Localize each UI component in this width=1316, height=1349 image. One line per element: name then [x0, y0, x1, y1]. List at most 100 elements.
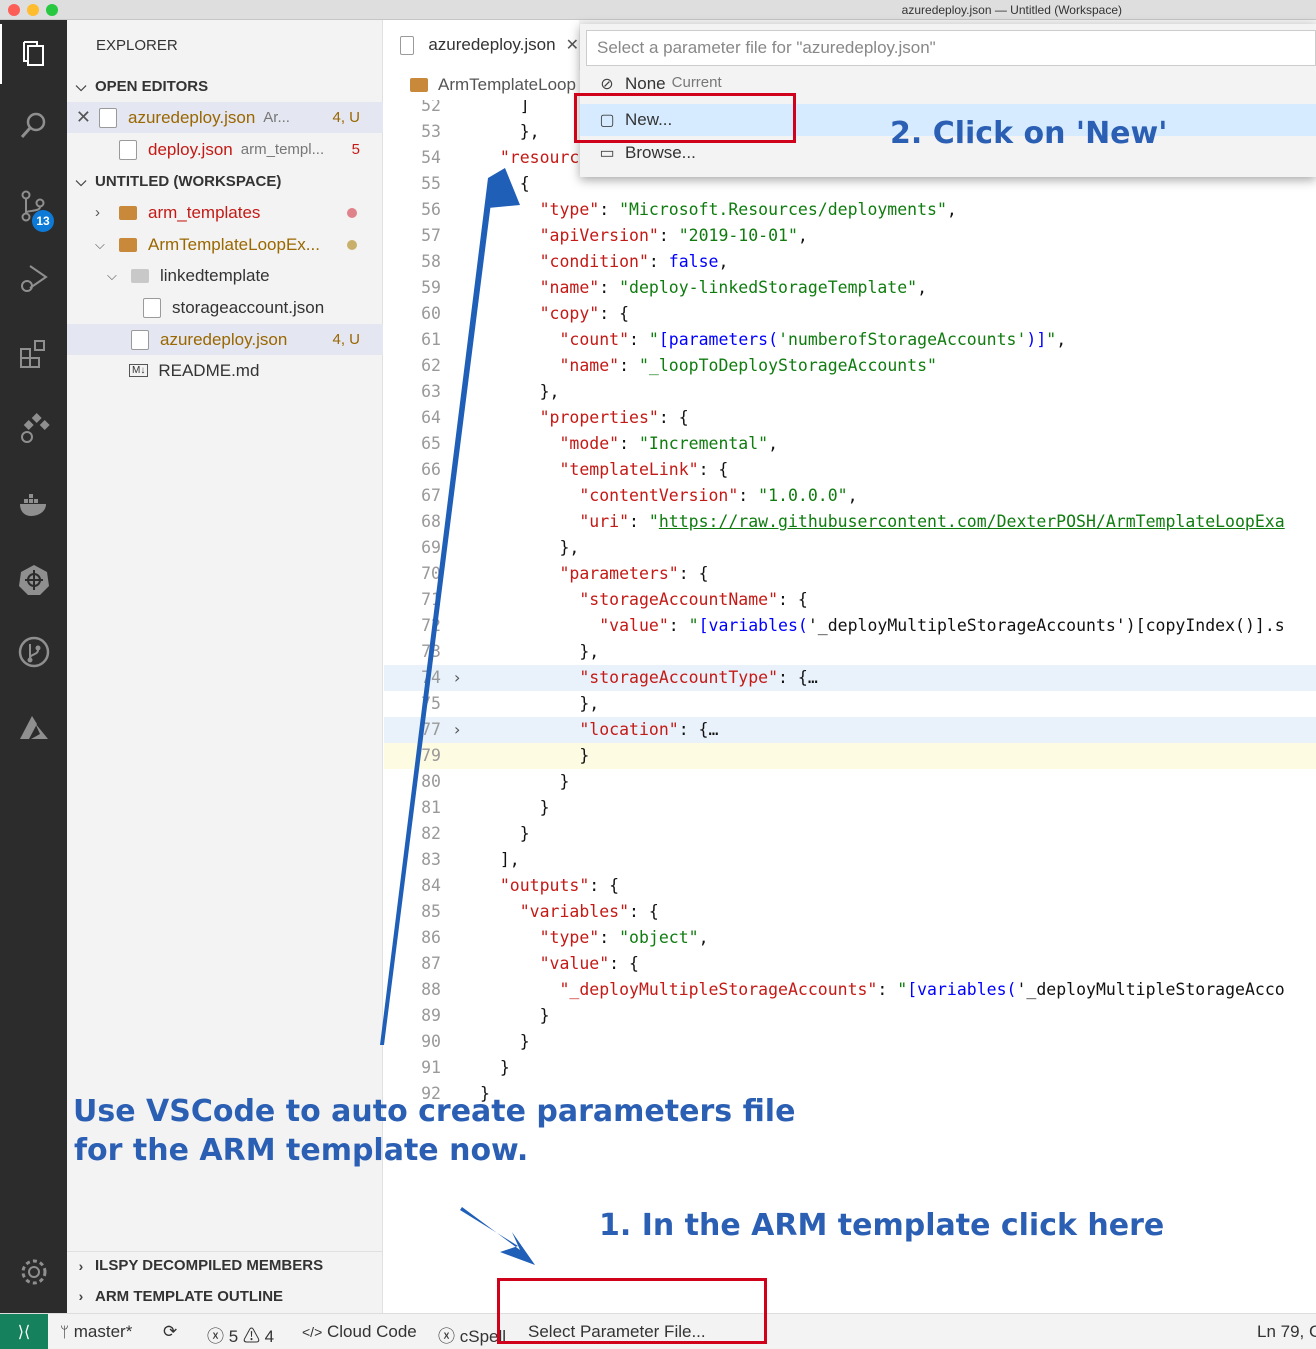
line-number: 91 — [421, 1058, 441, 1077]
code-line[interactable]: 63 }, — [384, 379, 1316, 405]
close-icon[interactable]: ✕ — [566, 35, 579, 55]
ilspy-header[interactable]: › ILSPY DECOMPILED MEMBERS — [67, 1251, 383, 1279]
tree-item-file[interactable]: azuredeploy.json 4, U — [67, 324, 383, 355]
code-editor[interactable]: 52 ]53 },54 "resources": [55 {56 "type":… — [384, 100, 1316, 1313]
folder-icon — [410, 78, 428, 92]
code-token: "uri" — [579, 512, 630, 531]
tree-item-folder[interactable]: ⌵ linkedtemplate — [67, 260, 383, 291]
line-number: 64 — [421, 408, 441, 427]
gitlens-activity[interactable] — [0, 622, 67, 682]
cloud-code-indicator[interactable]: </> Cloud Code — [302, 1322, 417, 1342]
code-line[interactable]: 57 "apiVersion": "2019-10-01", — [384, 223, 1316, 249]
fold-chevron-icon[interactable]: › — [454, 665, 460, 691]
code-text: ], — [480, 847, 520, 873]
code-line[interactable]: 69 }, — [384, 535, 1316, 561]
code-text: } — [480, 821, 530, 847]
open-editor-item[interactable]: deploy.json arm_templ... 5 — [67, 134, 383, 165]
extensions-activity[interactable] — [0, 324, 67, 384]
code-token: , — [1056, 330, 1067, 349]
code-token: , — [718, 252, 729, 271]
code-line[interactable]: 89 } — [384, 1003, 1316, 1029]
open-editor-item[interactable]: ✕ azuredeploy.json Ar... 4, U — [67, 102, 383, 133]
line-number: 54 — [421, 148, 441, 167]
line-number: 69 — [421, 538, 441, 557]
source-control-activity[interactable]: 13 — [0, 176, 67, 236]
tree-item-label: arm_templates — [148, 202, 261, 222]
tree-item-folder[interactable]: ⌵ ArmTemplateLoopEx... — [67, 229, 383, 260]
line-number: 66 — [421, 460, 441, 479]
code-line[interactable]: 66 "templateLink": { — [384, 457, 1316, 483]
debug-activity[interactable] — [0, 248, 67, 308]
open-editors-header[interactable]: ⌵ OPEN EDITORS — [67, 72, 383, 100]
code-line[interactable]: 70 "parameters": { — [384, 561, 1316, 587]
cursor-position[interactable]: Ln 79, C — [1257, 1322, 1316, 1342]
code-line[interactable]: 67 "contentVersion": "1.0.0.0", — [384, 483, 1316, 509]
code-line[interactable]: 77 › "location": {… — [384, 717, 1316, 743]
code-line[interactable]: 64 "properties": { — [384, 405, 1316, 431]
branch-indicator[interactable]: ᛘ master* — [60, 1322, 132, 1342]
tree-item-file[interactable]: storageaccount.json — [67, 292, 383, 323]
code-line[interactable]: 80 } — [384, 769, 1316, 795]
code-line[interactable]: 87 "value": { — [384, 951, 1316, 977]
code-line[interactable]: 84 "outputs": { — [384, 873, 1316, 899]
kubernetes-activity[interactable] — [0, 550, 67, 610]
code-text: "condition": false, — [480, 249, 729, 275]
code-line[interactable]: 83 ], — [384, 847, 1316, 873]
code-line[interactable]: 65 "mode": "Incremental", — [384, 431, 1316, 457]
code-line[interactable]: 60 "copy": { — [384, 301, 1316, 327]
azure-activity[interactable] — [0, 698, 67, 758]
explorer-activity[interactable] — [0, 24, 67, 84]
code-text: "contentVersion": "1.0.0.0", — [480, 483, 857, 509]
annotation-click-here: 1. In the ARM template click here — [599, 1208, 1165, 1243]
code-line[interactable]: 75 }, — [384, 691, 1316, 717]
code-token: "value" — [539, 954, 610, 973]
code-line[interactable]: 72 "value": "[variables('_deployMultiple… — [384, 613, 1316, 639]
workspace-title: UNTITLED (WORKSPACE) — [95, 172, 282, 190]
code-line[interactable]: 73 }, — [384, 639, 1316, 665]
remote-explorer-activity[interactable] — [0, 398, 67, 458]
code-line[interactable]: 81 } — [384, 795, 1316, 821]
code-line[interactable]: 62 "name": "_loopToDeployStorageAccounts… — [384, 353, 1316, 379]
code-line[interactable]: 86 "type": "object", — [384, 925, 1316, 951]
code-line[interactable]: 79 } — [384, 743, 1316, 769]
remote-indicator[interactable]: ⟩⟨ — [0, 1314, 48, 1349]
code-line[interactable]: 58 "condition": false, — [384, 249, 1316, 275]
sync-button[interactable]: ⟳ — [163, 1322, 177, 1342]
fold-chevron-icon[interactable]: › — [454, 717, 460, 743]
code-line[interactable]: 56 "type": "Microsoft.Resources/deployme… — [384, 197, 1316, 223]
none-icon: ⊘ — [600, 76, 614, 93]
line-number: 53 — [421, 122, 441, 141]
line-number: 70 — [421, 564, 441, 583]
search-activity[interactable] — [0, 96, 67, 156]
annotation-intro-line1: Use VSCode to auto create parameters fil… — [73, 1094, 796, 1129]
code-token: [parameters( — [658, 330, 779, 349]
tree-item-file[interactable]: M↓ README.md — [67, 355, 383, 386]
quick-pick-label: Browse... — [625, 143, 696, 162]
code-line[interactable]: 59 "name": "deploy-linkedStorageTemplate… — [384, 275, 1316, 301]
problems-indicator[interactable]: ⓧ 5 ⚠ 4 — [207, 1322, 274, 1347]
cspell-indicator[interactable]: ⓧ cSpell — [438, 1322, 506, 1347]
docker-activity[interactable] — [0, 474, 67, 534]
code-line[interactable]: 61 "count": "[parameters('numberofStorag… — [384, 327, 1316, 353]
close-icon[interactable]: ✕ — [67, 107, 91, 128]
arm-outline-header[interactable]: › ARM TEMPLATE OUTLINE — [67, 1282, 383, 1310]
code-token: "2019-10-01" — [678, 226, 798, 245]
editor-tab-azuredeploy[interactable]: azuredeploy.json ✕ — [384, 20, 579, 70]
code-line[interactable]: 85 "variables": { — [384, 899, 1316, 925]
code-line[interactable]: 91 } — [384, 1055, 1316, 1081]
quick-pick-input[interactable]: Select a parameter file for "azuredeploy… — [586, 30, 1316, 66]
manage-activity[interactable] — [0, 1242, 67, 1302]
code-token: }, — [480, 382, 560, 401]
code-line[interactable]: 74 › "storageAccountType": {… — [384, 665, 1316, 691]
code-text: } — [480, 1055, 510, 1081]
workspace-header[interactable]: ⌵ UNTITLED (WORKSPACE) — [67, 167, 383, 195]
code-line[interactable]: 90 } — [384, 1029, 1316, 1055]
code-line[interactable]: 71 "storageAccountName": { — [384, 587, 1316, 613]
tree-item-folder[interactable]: › arm_templates — [67, 197, 383, 228]
code-line[interactable]: 88 "_deployMultipleStorageAccounts": "[v… — [384, 977, 1316, 1003]
code-text: }, — [480, 119, 540, 145]
code-line[interactable]: 82 } — [384, 821, 1316, 847]
code-line[interactable]: 68 "uri": "https://raw.githubusercontent… — [384, 509, 1316, 535]
code-token: "value" — [599, 616, 669, 635]
